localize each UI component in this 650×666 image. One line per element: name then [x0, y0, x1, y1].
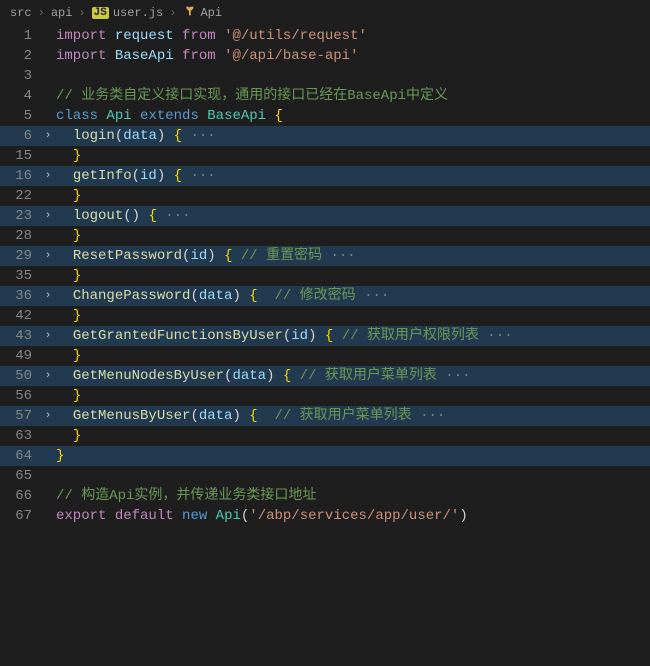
line-number: 56 [0, 386, 40, 406]
code-content: // 构造Api实例，并传递业务类接口地址 [56, 486, 650, 506]
line-number: 36 [0, 286, 40, 306]
code-content: // 业务类自定义接口实现，通用的接口已经在BaseApi中定义 [56, 86, 650, 106]
line-number: 42 [0, 306, 40, 326]
fold-toggle[interactable]: › [40, 406, 56, 426]
line-number: 50 [0, 366, 40, 386]
line-number: 1 [0, 26, 40, 46]
fold-toggle[interactable]: › [40, 286, 56, 306]
breadcrumb-seg-file[interactable]: user.js [113, 6, 163, 20]
code-content: getInfo(id) { ··· [56, 166, 650, 186]
code-line[interactable]: 65 [0, 466, 650, 486]
code-line[interactable]: 1 import request from '@/utils/request' [0, 26, 650, 46]
code-content: logout() { ··· [56, 206, 650, 226]
code-content: import BaseApi from '@/api/base-api' [56, 46, 650, 66]
line-number: 5 [0, 106, 40, 126]
code-content: export default new Api('/abp/services/ap… [56, 506, 650, 526]
line-number: 15 [0, 146, 40, 166]
breadcrumb: src › api › JS user.js › Api [0, 0, 650, 26]
code-line[interactable]: 4 // 业务类自定义接口实现，通用的接口已经在BaseApi中定义 [0, 86, 650, 106]
fold-toggle[interactable]: › [40, 206, 56, 226]
fold-toggle[interactable]: › [40, 166, 56, 186]
fold-toggle[interactable]: › [40, 246, 56, 266]
line-number: 28 [0, 226, 40, 246]
code-content: } [56, 266, 650, 286]
line-number: 65 [0, 466, 40, 486]
line-number: 43 [0, 326, 40, 346]
code-line[interactable]: 35 } [0, 266, 650, 286]
code-line[interactable]: 42 } [0, 306, 650, 326]
fold-toggle[interactable]: › [40, 126, 56, 146]
code-line[interactable]: 22 } [0, 186, 650, 206]
code-line[interactable]: 50 › GetMenuNodesByUser(data) { // 获取用户菜… [0, 366, 650, 386]
line-number: 66 [0, 486, 40, 506]
code-line[interactable]: 67 export default new Api('/abp/services… [0, 506, 650, 526]
code-line[interactable]: 49 } [0, 346, 650, 366]
code-line[interactable]: 29 › ResetPassword(id) { // 重置密码 ··· [0, 246, 650, 266]
line-number: 4 [0, 86, 40, 106]
code-line[interactable]: 56 } [0, 386, 650, 406]
code-content: GetGrantedFunctionsByUser(id) { // 获取用户权… [56, 326, 650, 346]
breadcrumb-seg-src[interactable]: src [10, 6, 32, 20]
breadcrumb-seg-api[interactable]: api [51, 6, 73, 20]
code-editor[interactable]: 1 import request from '@/utils/request' … [0, 26, 650, 526]
line-number: 6 [0, 126, 40, 146]
line-number: 23 [0, 206, 40, 226]
code-line[interactable]: 64 } [0, 446, 650, 466]
line-number: 49 [0, 346, 40, 366]
fold-toggle[interactable]: › [40, 366, 56, 386]
line-number: 2 [0, 46, 40, 66]
code-line[interactable]: 23 › logout() { ··· [0, 206, 650, 226]
code-content: } [56, 386, 650, 406]
code-content: import request from '@/utils/request' [56, 26, 650, 46]
line-number: 63 [0, 426, 40, 446]
code-line[interactable]: 28 } [0, 226, 650, 246]
code-line[interactable]: 6 › login(data) { ··· [0, 126, 650, 146]
code-line[interactable]: 2 import BaseApi from '@/api/base-api' [0, 46, 650, 66]
line-number: 3 [0, 66, 40, 86]
code-line[interactable]: 36 › ChangePassword(data) { // 修改密码 ··· [0, 286, 650, 306]
chevron-right-icon: › [78, 6, 85, 20]
code-content: } [56, 226, 650, 246]
breadcrumb-seg-symbol[interactable]: Api [200, 6, 222, 20]
code-line[interactable]: 5 class Api extends BaseApi { [0, 106, 650, 126]
code-content: GetMenusByUser(data) { // 获取用户菜单列表 ··· [56, 406, 650, 426]
code-content: } [56, 306, 650, 326]
code-content: GetMenuNodesByUser(data) { // 获取用户菜单列表 ·… [56, 366, 650, 386]
code-content: } [56, 186, 650, 206]
class-icon [182, 4, 196, 22]
code-line[interactable]: 63 } [0, 426, 650, 446]
code-content: } [56, 146, 650, 166]
chevron-right-icon: › [38, 6, 45, 20]
line-number: 67 [0, 506, 40, 526]
line-number: 22 [0, 186, 40, 206]
line-number: 64 [0, 446, 40, 466]
line-number: 29 [0, 246, 40, 266]
code-content: } [56, 346, 650, 366]
code-content: class Api extends BaseApi { [56, 106, 650, 126]
code-content: ResetPassword(id) { // 重置密码 ··· [56, 246, 650, 266]
line-number: 57 [0, 406, 40, 426]
code-line[interactable]: 66 // 构造Api实例，并传递业务类接口地址 [0, 486, 650, 506]
code-content: login(data) { ··· [56, 126, 650, 146]
code-content: } [56, 446, 650, 466]
code-line[interactable]: 3 [0, 66, 650, 86]
code-line[interactable]: 16 › getInfo(id) { ··· [0, 166, 650, 186]
code-line[interactable]: 15 } [0, 146, 650, 166]
code-content: ChangePassword(data) { // 修改密码 ··· [56, 286, 650, 306]
code-line[interactable]: 43 › GetGrantedFunctionsByUser(id) { // … [0, 326, 650, 346]
line-number: 16 [0, 166, 40, 186]
js-file-icon: JS [92, 7, 109, 19]
code-content: } [56, 426, 650, 446]
line-number: 35 [0, 266, 40, 286]
fold-toggle[interactable]: › [40, 326, 56, 346]
code-line[interactable]: 57 › GetMenusByUser(data) { // 获取用户菜单列表 … [0, 406, 650, 426]
chevron-right-icon: › [169, 6, 176, 20]
